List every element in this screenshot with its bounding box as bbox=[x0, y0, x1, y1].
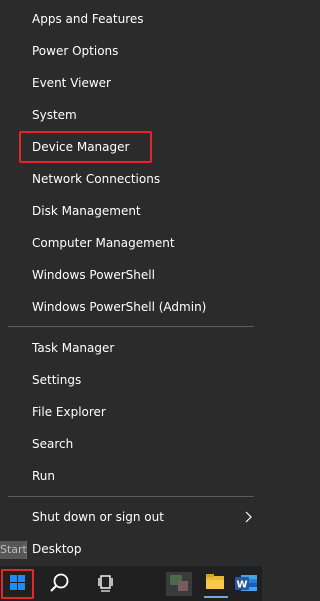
start-highlight-box bbox=[1, 569, 34, 599]
menu-item-label: Shut down or sign out bbox=[32, 510, 164, 524]
menu-item-run[interactable]: Run bbox=[0, 460, 262, 492]
menu-item-apps-and-features[interactable]: Apps and Features bbox=[0, 3, 262, 35]
menu-item-power-options[interactable]: Power Options bbox=[0, 35, 262, 67]
file-explorer-button[interactable] bbox=[200, 566, 230, 601]
menu-item-system[interactable]: System bbox=[0, 99, 262, 131]
menu-item-windows-powershell-admin[interactable]: Windows PowerShell (Admin) bbox=[0, 291, 262, 323]
winx-context-menu: Apps and Features Power Options Event Vi… bbox=[0, 0, 262, 566]
menu-item-computer-management[interactable]: Computer Management bbox=[0, 227, 262, 259]
menu-separator bbox=[8, 496, 254, 497]
start-tooltip: Start bbox=[0, 541, 27, 559]
menu-item-task-manager[interactable]: Task Manager bbox=[0, 332, 262, 364]
menu-item-settings[interactable]: Settings bbox=[0, 364, 262, 396]
menu-item-shut-down-or-sign-out[interactable]: Shut down or sign out bbox=[0, 501, 262, 533]
menu-item-disk-management[interactable]: Disk Management bbox=[0, 195, 262, 227]
start-button[interactable] bbox=[0, 566, 36, 601]
word-button[interactable]: W bbox=[230, 566, 262, 601]
menu-item-event-viewer[interactable]: Event Viewer bbox=[0, 67, 262, 99]
menu-item-network-connections[interactable]: Network Connections bbox=[0, 163, 262, 195]
task-view-icon bbox=[98, 575, 113, 592]
task-view-button[interactable] bbox=[90, 566, 124, 601]
menu-item-file-explorer[interactable]: File Explorer bbox=[0, 396, 262, 428]
taskbar-app-button[interactable] bbox=[160, 566, 200, 601]
menu-item-desktop[interactable]: Desktop bbox=[0, 533, 262, 565]
search-icon bbox=[50, 573, 69, 592]
menu-item-windows-powershell[interactable]: Windows PowerShell bbox=[0, 259, 262, 291]
menu-separator bbox=[8, 326, 254, 327]
word-icon: W bbox=[235, 575, 257, 591]
device-manager-highlight-box bbox=[19, 131, 152, 163]
file-explorer-icon bbox=[204, 574, 228, 598]
word-letter: W bbox=[236, 580, 247, 591]
search-button[interactable] bbox=[42, 566, 76, 601]
menu-item-search[interactable]: Search bbox=[0, 428, 262, 460]
taskbar: W bbox=[0, 566, 262, 601]
app-icon bbox=[166, 572, 192, 596]
chevron-right-icon bbox=[245, 511, 252, 523]
